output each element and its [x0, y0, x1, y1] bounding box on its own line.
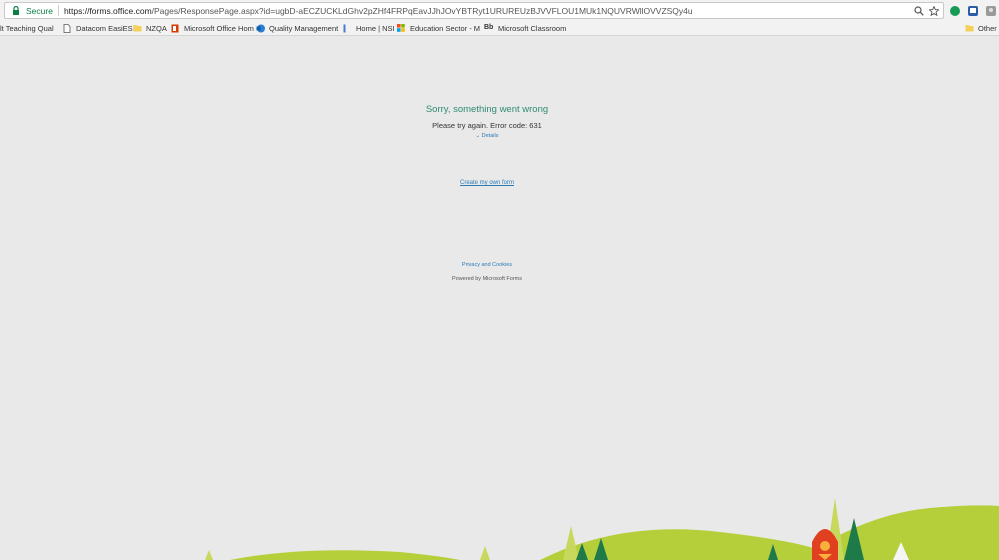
url-text[interactable]: https://forms.office.com/Pages/ResponseP…: [64, 6, 693, 16]
extension-green-icon[interactable]: [949, 4, 961, 16]
bookmark-item[interactable]: Bb Microsoft Classroom: [484, 23, 566, 34]
bookmark-label: Microsoft Classroom: [498, 24, 567, 33]
browser-toolbar: Secure https://forms.office.com/Pages/Re…: [0, 0, 999, 21]
bookmark-item[interactable]: Datacom EasiESS: [63, 23, 138, 34]
bookmarks-bar: lt Teaching Qual Datacom EasiESS NZQA Mi…: [0, 21, 999, 36]
lock-icon: [9, 4, 23, 18]
bookmark-label: Microsoft Office Hom: [184, 24, 254, 33]
bookmark-item[interactable]: Other b: [965, 23, 999, 34]
error-message: Please try again. Error code: 631: [432, 121, 542, 130]
url-path: /Pages/ResponsePage.aspx?id=ugbD-aECZUCK…: [151, 5, 693, 16]
bookmark-label: Quality Management: [269, 24, 339, 33]
hill-left: [230, 550, 460, 560]
bookmark-label: lt Teaching Qual: [0, 24, 54, 33]
tree: [563, 526, 579, 560]
page-icon: [63, 24, 72, 33]
bookmark-item[interactable]: Education Sector - M: [397, 23, 480, 34]
bookmark-star-icon[interactable]: [928, 5, 939, 16]
extension-blue-icon[interactable]: [967, 4, 979, 16]
tree: [480, 546, 490, 560]
bookmark-item[interactable]: Quality Management: [256, 23, 338, 34]
address-bar[interactable]: Secure https://forms.office.com/Pages/Re…: [4, 2, 944, 19]
omnibox-divider: [57, 5, 59, 16]
create-form-link[interactable]: Create my own form: [0, 180, 974, 186]
bb-icon: Bb: [484, 24, 494, 31]
bookmark-label: Education Sector - M: [410, 24, 481, 33]
bookmark-label: Other b: [978, 24, 999, 33]
bookmark-item[interactable]: Microsoft Office Hom: [171, 23, 254, 34]
folder-icon: [133, 24, 142, 33]
bookmark-item[interactable]: Home | NSI: [343, 23, 395, 34]
zoom-icon[interactable]: [913, 5, 924, 16]
bookmark-label: NZQA: [146, 24, 167, 33]
tree: [205, 550, 213, 560]
bookmark-label: Home | NSI: [356, 24, 395, 33]
bookmark-item[interactable]: lt Teaching Qual: [0, 23, 54, 34]
powered-by-text: Powered by Microsoft Forms: [452, 276, 522, 282]
url-host: https://forms.office.com: [63, 5, 152, 16]
folder-icon: [965, 24, 974, 33]
secure-label: Secure: [26, 5, 53, 16]
windows-icon: [397, 24, 406, 33]
bookmark-item[interactable]: NZQA: [133, 23, 167, 34]
bookmark-label: Datacom EasiESS: [76, 24, 138, 33]
details-toggle[interactable]: ⌄ Details: [0, 133, 974, 139]
profile-icon[interactable]: [985, 4, 997, 16]
office-icon: [171, 24, 180, 33]
privacy-link[interactable]: Privacy and Cookies: [0, 262, 974, 268]
landscape-illustration: [205, 498, 999, 560]
nsi-icon: [343, 24, 352, 33]
error-title: Sorry, something went wrong: [425, 104, 549, 115]
sharepoint-icon: [256, 24, 265, 33]
